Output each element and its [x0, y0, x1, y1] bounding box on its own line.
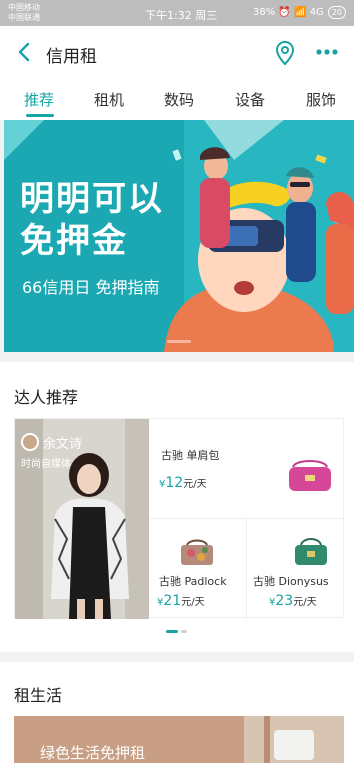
product-item[interactable]: 古驰 Padlock ¥21元/天	[149, 519, 247, 619]
section-gap	[0, 352, 354, 362]
section-gap	[0, 652, 354, 662]
carrier-2: 中国联通	[8, 13, 40, 22]
price-unit: 元/天	[183, 479, 207, 490]
category-tabs: 推荐 租机 数码 设备 服饰	[0, 80, 354, 120]
back-arrow-icon[interactable]	[14, 40, 36, 64]
more-options-icon[interactable]	[314, 42, 340, 62]
price-value: 23	[275, 593, 294, 609]
product-price: ¥23元/天	[269, 593, 317, 609]
life-banner-text: 绿色生活免押租	[40, 744, 146, 762]
life-banner[interactable]: 绿色生活免押租	[14, 716, 344, 763]
section-title: 达人推荐	[14, 388, 79, 407]
status-indicators: 38% ⏰ 📶 4G	[253, 7, 324, 18]
expert-avatar	[21, 433, 39, 451]
tab-recommend[interactable]: 推荐	[24, 89, 54, 110]
price-unit: 元/天	[181, 597, 205, 608]
banner-headline: 明明可以 免押金	[20, 179, 164, 261]
product-price: ¥12元/天	[159, 475, 207, 491]
page-title: 信用租	[46, 47, 97, 67]
product-item[interactable]: 古驰 Dionysus ¥23元/天	[247, 519, 345, 619]
expert-name: 余文诗	[43, 437, 83, 452]
expert-photo[interactable]: 余文诗 时尚自媒体	[15, 419, 149, 619]
tab-clothing[interactable]: 服饰	[306, 89, 336, 110]
tab-rent-phone[interactable]: 租机	[94, 89, 124, 110]
nav-bar: 信用租	[0, 26, 354, 80]
battery-icon: 20	[327, 6, 346, 19]
expert-recommend-section: 达人推荐 余文诗 时尚自媒体 古驰 单肩包 ¥12元/天 古驰 Padlock …	[0, 362, 354, 652]
product-price: ¥21元/天	[157, 593, 205, 609]
active-tab-indicator	[26, 114, 54, 117]
product-name: 古驰 Padlock	[159, 575, 227, 588]
carrier-1: 中国移动	[8, 3, 40, 12]
product-item[interactable]: 古驰 单肩包 ¥12元/天	[149, 419, 345, 519]
tab-digital[interactable]: 数码	[164, 89, 194, 110]
promo-banner[interactable]: 明明可以 免押金 66信用日 免押指南	[4, 120, 354, 352]
section-title: 租生活	[14, 686, 63, 705]
green-bag-icon	[295, 538, 327, 565]
expert-card[interactable]: 余文诗 时尚自媒体 古驰 单肩包 ¥12元/天 古驰 Padlock ¥21元/…	[14, 418, 345, 619]
banner-subtitle: 66信用日 免押指南	[22, 278, 160, 297]
status-time: 下午1:32 周三	[145, 9, 218, 22]
price-value: 12	[165, 475, 184, 491]
price-unit: 元/天	[293, 597, 317, 608]
location-pin-icon[interactable]	[274, 40, 296, 66]
price-value: 21	[163, 593, 182, 609]
floral-bag-icon	[181, 539, 213, 565]
status-icons: 38% ⏰ 📶 4G 20	[253, 6, 346, 19]
indicator-active	[166, 630, 178, 633]
pink-bag-icon	[289, 460, 331, 491]
rent-life-section: 租生活 绿色生活免押租	[0, 662, 354, 763]
product-name: 古驰 Dionysus	[253, 575, 329, 588]
indicator-inactive	[181, 630, 187, 633]
product-name: 古驰 单肩包	[161, 449, 220, 462]
status-bar: 中国移动 中国联通 下午1:32 周三 38% ⏰ 📶 4G 20	[0, 0, 354, 26]
carousel-indicator	[166, 630, 190, 634]
tab-equipment[interactable]: 设备	[235, 89, 265, 110]
expert-tag: 时尚自媒体	[21, 459, 71, 470]
banner-page-indicator	[167, 340, 191, 343]
carrier-info: 中国移动 中国联通	[8, 3, 40, 23]
